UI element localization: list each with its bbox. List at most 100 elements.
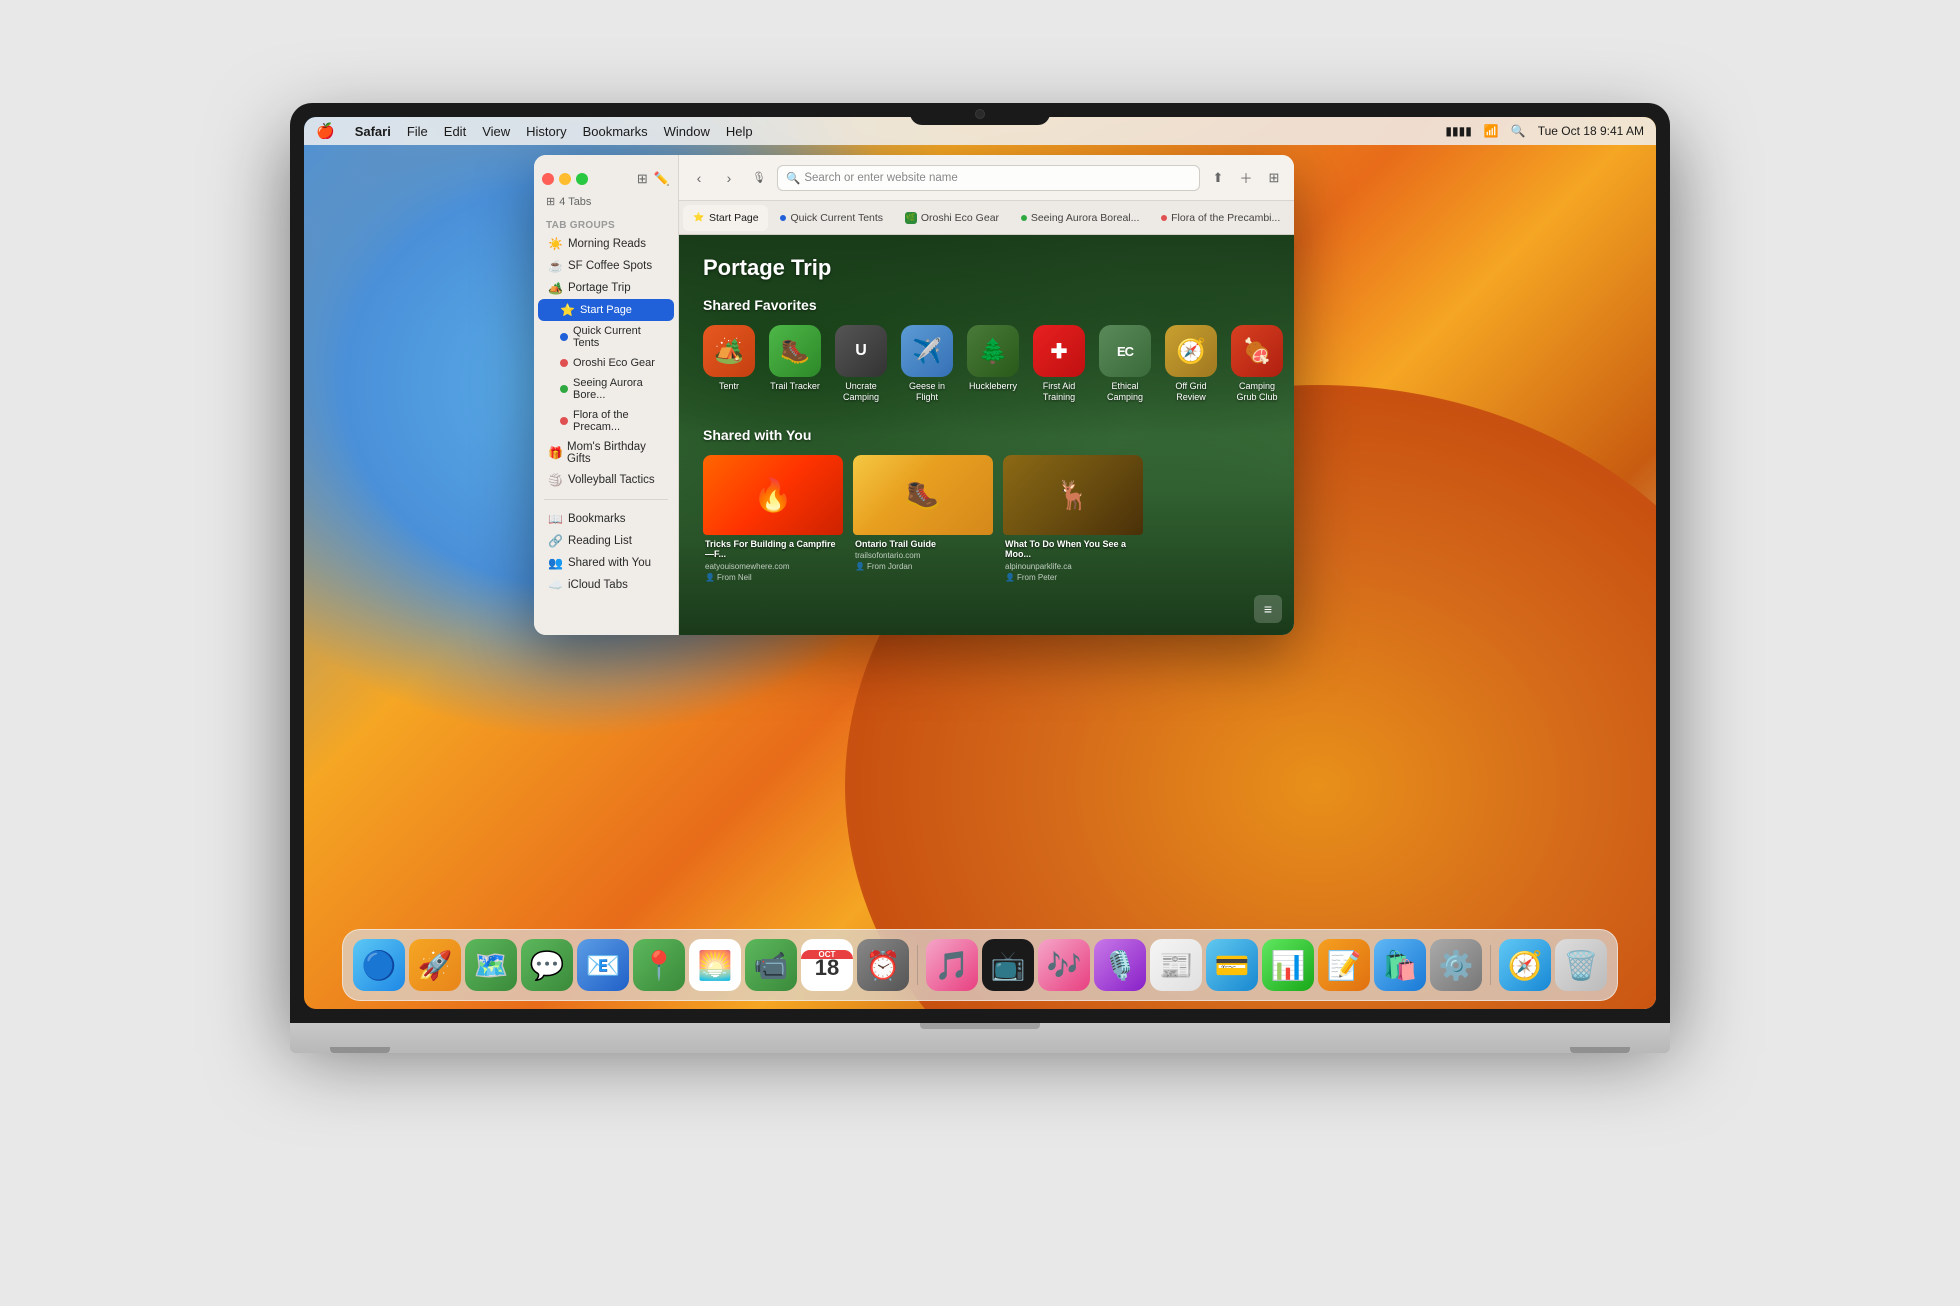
dock-facetime[interactable]: 📹 [745,939,797,991]
address-placeholder: Search or enter website name [804,172,957,184]
dock-pages[interactable]: 📝 [1318,939,1370,991]
campfire-title: Tricks For Building a Campfire—F... [705,539,841,561]
sidebar-item-coffee-spots[interactable]: ☕ SF Coffee Spots [538,255,674,277]
menu-safari[interactable]: Safari [355,124,391,139]
dock-podcasts[interactable]: 🎙️ [1094,939,1146,991]
menu-help[interactable]: Help [726,124,753,139]
dock-wallet[interactable]: 💳 [1206,939,1258,991]
dock-photos[interactable]: 🌅 [689,939,741,991]
dock-maps2[interactable]: 📍 [633,939,685,991]
campfire-image [703,455,843,535]
dock-trash[interactable]: 🗑️ [1555,939,1607,991]
sidebar-item-icloud-tabs[interactable]: ☁️ iCloud Tabs [538,574,674,596]
dock-maps[interactable]: 🗺️ [465,939,517,991]
dock-mail[interactable]: 📧 [577,939,629,991]
quick-tents-label: Quick Current Tents [573,325,664,349]
tab-overview-button[interactable]: ⊞ [1262,166,1286,190]
tab-flora[interactable]: Flora of the Precambi... [1151,205,1290,231]
dock-system-prefs[interactable]: ⚙️ [1430,939,1482,991]
microphone-button[interactable]: 🎙 [747,166,771,190]
icloud-icon: ☁️ [548,578,563,592]
dock-messages[interactable]: 💬 [521,939,573,991]
sidebar-item-reading-list[interactable]: 🔗 Reading List [538,530,674,552]
back-button[interactable]: ‹ [687,166,711,190]
menu-bookmarks[interactable]: Bookmarks [583,124,648,139]
dock-numbers[interactable]: 📊 [1262,939,1314,991]
sidebar-edit-icon[interactable]: ✏️ [654,171,670,187]
dock-itunes[interactable]: 🎶 [1038,939,1090,991]
uncrate-icon: U [835,325,887,377]
tab-oroshi[interactable]: 🌿 Oroshi Eco Gear [895,205,1009,231]
new-tab-button[interactable]: ＋ [1234,166,1258,190]
menu-file[interactable]: File [407,124,428,139]
flora-tab-dot [1161,215,1167,221]
fav-off-grid[interactable]: 🧭 Off Grid Review [1165,325,1217,403]
fav-first-aid[interactable]: ✚ First Aid Training [1033,325,1085,403]
dock-apple-tv[interactable]: 📺 [982,939,1034,991]
screen-outer: 🍎 Safari File Edit View History Bookmark… [290,103,1670,1023]
share-button[interactable]: ⬆ [1206,166,1230,190]
tab-start-page[interactable]: ⭐ Start Page [683,205,768,231]
sidebar-subitem-flora[interactable]: Flora of the Precam... [538,405,674,437]
first-aid-icon: ✚ [1033,325,1085,377]
fav-ethical-camping[interactable]: EC Ethical Camping [1099,325,1151,403]
fav-uncrate[interactable]: U Uncrate Camping [835,325,887,403]
camping-grub-label: Camping Grub Club [1231,381,1283,403]
macbook: 🍎 Safari File Edit View History Bookmark… [290,103,1670,1203]
dock-safari[interactable]: 🧭 [1499,939,1551,991]
address-bar[interactable]: 🔍 Search or enter website name [777,165,1200,191]
maximize-button[interactable] [576,173,588,185]
apple-menu[interactable]: 🍎 [316,122,335,140]
menu-history[interactable]: History [526,124,566,139]
sidebar-item-moms-birthday[interactable]: 🎁 Mom's Birthday Gifts [538,437,674,469]
menu-window[interactable]: Window [664,124,710,139]
fav-trail-tracker[interactable]: 🥾 Trail Tracker [769,325,821,403]
moose-from-text: From Peter [1017,573,1057,582]
shared-with-you-title: Shared with You [703,427,1270,443]
menu-view[interactable]: View [482,124,510,139]
dock-timemachine[interactable]: ⏰ [857,939,909,991]
fav-tentr[interactable]: 🏕️ Tentr [703,325,755,403]
swu-card-moose[interactable]: What To Do When You See a Moo... alpinou… [1003,455,1143,585]
menubar-right: ▮▮▮▮ 📶 🔍 Tue Oct 18 9:41 AM [1445,124,1644,138]
dock-music-app[interactable]: 🎵 [926,939,978,991]
dock-launchpad[interactable]: 🚀 [409,939,461,991]
sidebar-item-portage-trip[interactable]: 🏕️ Portage Trip [538,277,674,299]
ontario-url: trailsofontario.com [855,551,991,560]
dock-divider [917,945,918,985]
aurora-dot [560,385,568,393]
menu-edit[interactable]: Edit [444,124,466,139]
tab-quick-tents[interactable]: Quick Current Tents [770,205,892,231]
sidebar-subitem-aurora[interactable]: Seeing Aurora Bore... [538,373,674,405]
toolbar-actions: ⬆ ＋ ⊞ [1206,166,1286,190]
dock-calendar[interactable]: OCT 18 [801,939,853,991]
fav-geese[interactable]: ✈️ Geese in Flight [901,325,953,403]
flora-label: Flora of the Precam... [573,409,664,433]
sidebar-item-volleyball[interactable]: 🏐 Volleyball Tactics [538,469,674,491]
huckleberry-icon: 🌲 [967,325,1019,377]
bookmarks-icon: 📖 [548,512,563,526]
swu-card-ontario[interactable]: Ontario Trail Guide trailsofontario.com … [853,455,993,585]
swu-card-campfire[interactable]: Tricks For Building a Campfire—F... eaty… [703,455,843,585]
fav-huckleberry[interactable]: 🌲 Huckleberry [967,325,1019,403]
start-page-tab-icon: ⭐ [693,212,705,224]
close-button[interactable] [542,173,554,185]
sidebar-item-morning-reads[interactable]: ☀️ Morning Reads [538,233,674,255]
dock-finder[interactable]: 🔵 [353,939,405,991]
sidebar-subitem-quick-tents[interactable]: Quick Current Tents [538,321,674,353]
fav-camping-grub[interactable]: 🍖 Camping Grub Club [1231,325,1283,403]
dock-news[interactable]: 📰 [1150,939,1202,991]
page-title: Portage Trip [703,255,1270,281]
sidebar-item-shared-with-you[interactable]: 👥 Shared with You [538,552,674,574]
sidebar-item-bookmarks[interactable]: 📖 Bookmarks [538,508,674,530]
forward-button[interactable]: › [717,166,741,190]
toolbar: ‹ › 🎙 🔍 Search or enter website name ⬆ ＋… [679,155,1294,201]
coffee-spots-icon: ☕ [548,259,563,273]
tab-aurora[interactable]: Seeing Aurora Boreal... [1011,205,1149,231]
search-icon[interactable]: 🔍 [1511,124,1526,138]
sidebar-subitem-start-page[interactable]: ⭐ Start Page [538,299,674,321]
sidebar-tabs-icon[interactable]: ⊞ [637,171,648,187]
dock-app-store[interactable]: 🛍️ [1374,939,1426,991]
sidebar-subitem-oroshi[interactable]: Oroshi Eco Gear [538,353,674,373]
minimize-button[interactable] [559,173,571,185]
